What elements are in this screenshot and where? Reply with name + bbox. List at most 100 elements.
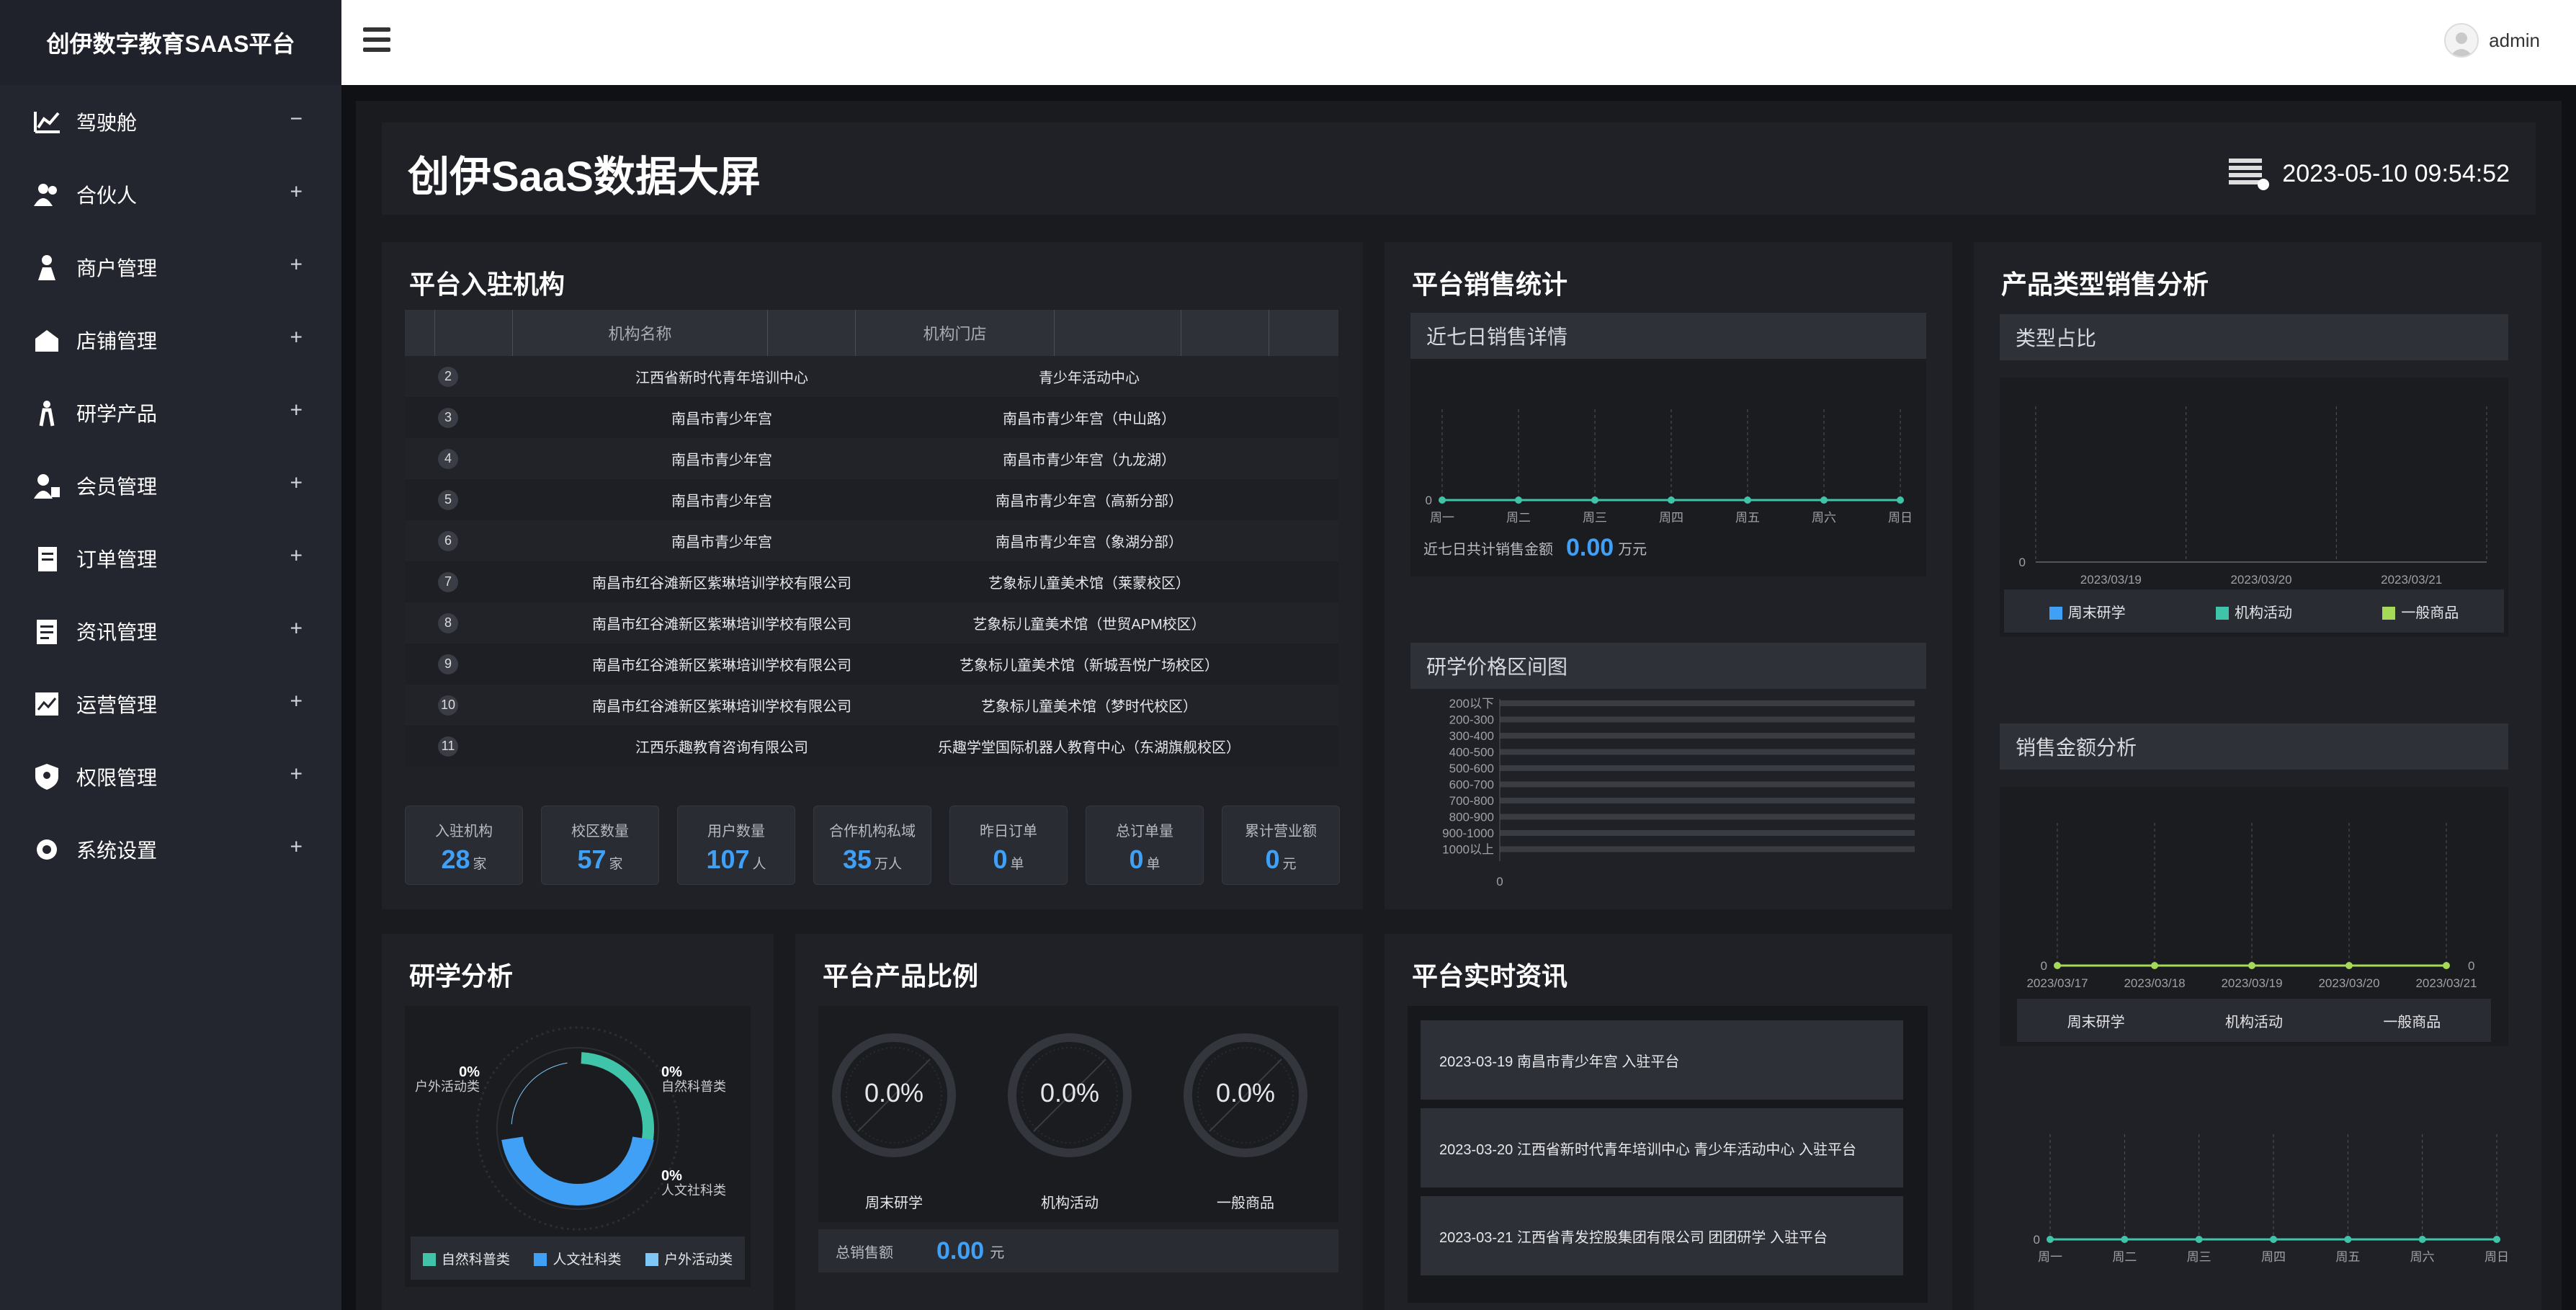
institution-store: 艺象标儿童美术馆（世贸APM校区） [972,617,1206,633]
table-row[interactable]: 11 江西乐趣教育咨询有限公司 乐趣学堂国际机器人教育中心（东湖旗舰校区） [405,726,1338,767]
amount-header: 销售金额分析 [2000,723,2508,770]
x-tick-label: 2023/03/20 [2230,573,2291,587]
expand-icon[interactable]: + [290,325,303,349]
legend-item[interactable]: 机构活动 [2225,1010,2283,1031]
sidebar-item-5[interactable]: 会员管理 + [0,449,341,522]
expand-icon[interactable]: + [290,689,303,713]
expand-icon[interactable]: + [290,543,303,568]
current-datetime: 2023-05-10 09:54:52 [2282,159,2510,187]
sidebar-item-0[interactable]: 驾驶舱 − [0,85,341,158]
table-row[interactable]: 6 南昌市青少年宫 南昌市青少年宫（象湖分部） [405,520,1338,561]
data-point [2418,1236,2426,1243]
stat-box: 入驻机构 28 家 [405,806,523,885]
legend-label: 一般商品 [2383,1014,2441,1030]
y-tick-label: 0 [2034,1233,2040,1247]
table-row[interactable]: 10 南昌市红谷滩新区紫琳培训学校有限公司 艺象标儿童美术馆（梦时代校区） [405,685,1338,726]
x-tick-label: 0 [1496,875,1503,888]
legend-item[interactable]: 周末研学 [2067,1010,2125,1031]
sidebar-item-9[interactable]: 权限管理 + [0,740,341,813]
stat-value: 57 [577,845,607,874]
x-tick-label: 周六 [1812,511,1836,525]
sidebar-item-2[interactable]: 商户管理 + [0,231,341,303]
y-tick-label: 400-500 [1449,746,1494,759]
legend-item[interactable]: 周末研学 [2049,601,2126,622]
legend-swatch [2049,607,2062,620]
legend-item[interactable]: 自然科普类 [422,1249,510,1268]
institution-store: 青少年活动中心 [1039,370,1140,386]
data-point [2345,962,2353,969]
table-row[interactable]: 8 南昌市红谷滩新区紫琳培训学校有限公司 艺象标儿童美术馆（世贸APM校区） [405,602,1338,643]
expand-icon[interactable]: + [290,762,303,786]
brand-title: 创伊数字教育SAAS平台 [0,0,341,85]
price-range-chart: 200以下 200-300 300-400 400-500 500-600 600-700… [1442,697,1915,888]
type-analysis-title: 产品类型销售分析 [2001,269,2209,299]
donut-label-name: 自然科普类 [661,1079,726,1094]
sidebar-item-3[interactable]: 店铺管理 + [0,303,341,376]
bar-track [1500,700,1915,706]
table-row[interactable]: 7 南昌市红谷滩新区紫琳培训学校有限公司 艺象标儿童美术馆（莱蒙校区） [405,561,1338,602]
page-title: 创伊SaaS数据大屏 [408,153,761,200]
sidebar-item-1[interactable]: 合伙人 + [0,158,341,231]
expand-icon[interactable]: + [290,398,303,422]
donut-label-pct: 0% [661,1168,682,1184]
menu-toggle-button[interactable] [363,27,390,52]
gauge: 0.0% 一般商品 [1181,1030,1310,1211]
bar-track [1500,716,1915,723]
type-share-legend: 周末研学 机构活动 一般商品 [2004,589,2504,633]
sidebar-item-10[interactable]: 系统设置 + [0,813,341,886]
operation-icon [32,689,62,719]
legend-item[interactable]: 户外活动类 [645,1249,733,1268]
sidebar-item-label: 资讯管理 [76,620,158,643]
user-menu[interactable]: admin [2444,23,2540,58]
data-point [1820,496,1828,504]
expand-icon[interactable]: + [290,834,303,859]
stat-box: 昨日订单 0单 [949,806,1068,885]
data-point [2151,962,2158,969]
news-item[interactable]: 2023-03-21 江西省青发控股集团有限公司 团团研学 入驻平台 [1421,1196,1903,1275]
table-row[interactable]: 9 南昌市红谷滩新区紫琳培训学校有限公司 艺象标儿童美术馆（新城吾悦广场校区） [405,643,1338,685]
stat-value: 28 [441,845,470,874]
institution-store: 南昌市青少年宫（中山路） [1003,411,1176,427]
x-tick-label: 周一 [1430,511,1454,525]
y-tick-label: 300-400 [1449,729,1494,743]
x-tick-label: 周日 [1888,511,1913,525]
data-point [2248,962,2255,969]
expand-icon[interactable]: + [290,471,303,495]
sidebar-item-6[interactable]: 订单管理 + [0,522,341,594]
expand-icon[interactable]: + [290,616,303,641]
column-header-name[interactable]: 机构名称 [513,310,768,356]
sidebar-item-4[interactable]: 研学产品 + [0,376,341,449]
legend-item[interactable]: 一般商品 [2382,601,2459,622]
table-row[interactable]: 3 南昌市青少年宫 南昌市青少年宫（中山路） [405,397,1338,438]
sidebar-item-label: 系统设置 [76,839,158,862]
weekday-line-chart: 周一 周二 周三 周四 周五 周六 周日 0 [2034,1134,2509,1264]
collapse-icon[interactable]: − [290,107,303,131]
table-row[interactable]: 4 南昌市青少年宫 南昌市青少年宫（九龙湖） [405,438,1338,479]
product-icon [32,398,62,428]
legend-item[interactable]: 人文社科类 [534,1249,621,1268]
y-tick-label: 200以下 [1449,697,1494,710]
legend-item[interactable]: 机构活动 [2215,601,2292,622]
stat-unit: 人 [752,857,766,872]
type-share-header: 类型占比 [2000,314,2508,360]
sidebar-item-8[interactable]: 运营管理 + [0,667,341,740]
y-tick-label: 500-600 [1449,762,1494,775]
institution-store: 艺象标儿童美术馆（梦时代校区） [981,699,1197,715]
stat-value: 0 [1129,845,1144,874]
sidebar-item-label: 权限管理 [76,766,158,789]
weekly-total: 近七日共计销售金额 0.00 万元 [1423,529,1647,566]
news-item[interactable]: 2023-03-19 南昌市青少年宫 入驻平台 [1421,1020,1903,1100]
news-item[interactable]: 2023-03-20 江西省新时代青年培训中心 青少年活动中心 入驻平台 [1421,1108,1903,1188]
expand-icon[interactable]: + [290,252,303,277]
table-row[interactable]: 2 江西省新时代青年培训中心 青少年活动中心 [405,356,1338,397]
gauge-panel: 0.0% 周末研学 0.0% 机构活动 0.0% 一般商品 [818,1006,1338,1222]
stat-label: 合作机构私域 [829,824,916,839]
row-number: 11 [438,736,458,757]
column-header-store[interactable]: 机构门店 [856,310,1055,356]
x-tick-label: 周二 [2112,1250,2137,1264]
legend-item[interactable]: 一般商品 [2383,1010,2441,1031]
expand-icon[interactable]: + [290,179,303,204]
sidebar-item-7[interactable]: 资讯管理 + [0,594,341,667]
legend-label: 户外活动类 [664,1252,733,1267]
table-row[interactable]: 5 南昌市青少年宫 南昌市青少年宫（高新分部） [405,479,1338,520]
